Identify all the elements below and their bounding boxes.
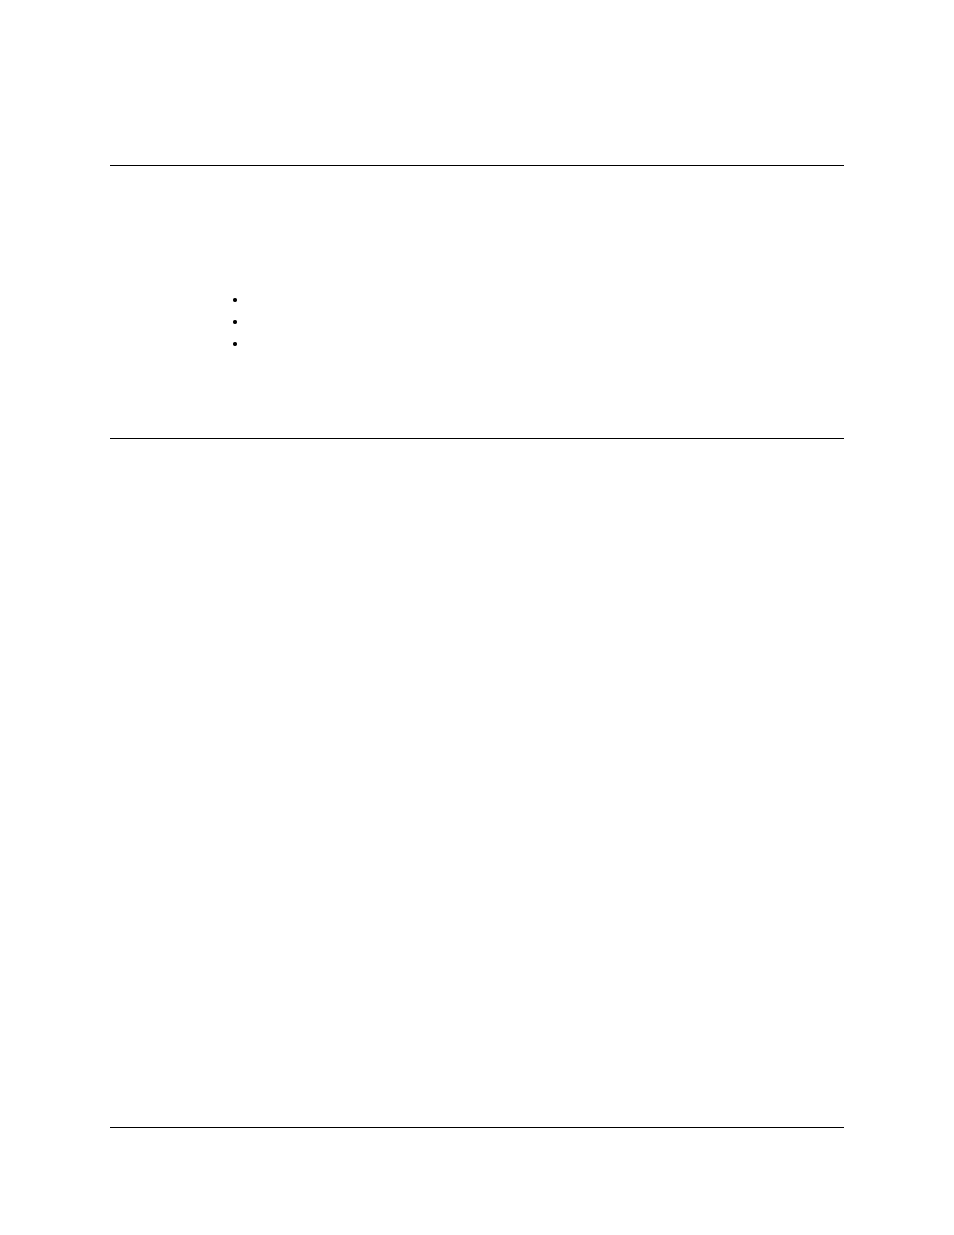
bullet-list [248,289,249,355]
list-item [248,333,249,355]
list-item [248,289,249,311]
horizontal-rule-top [110,165,844,166]
horizontal-rule-bottom [110,1127,844,1128]
horizontal-rule-middle [110,438,844,439]
document-page [0,0,954,1235]
list-item [248,311,249,333]
